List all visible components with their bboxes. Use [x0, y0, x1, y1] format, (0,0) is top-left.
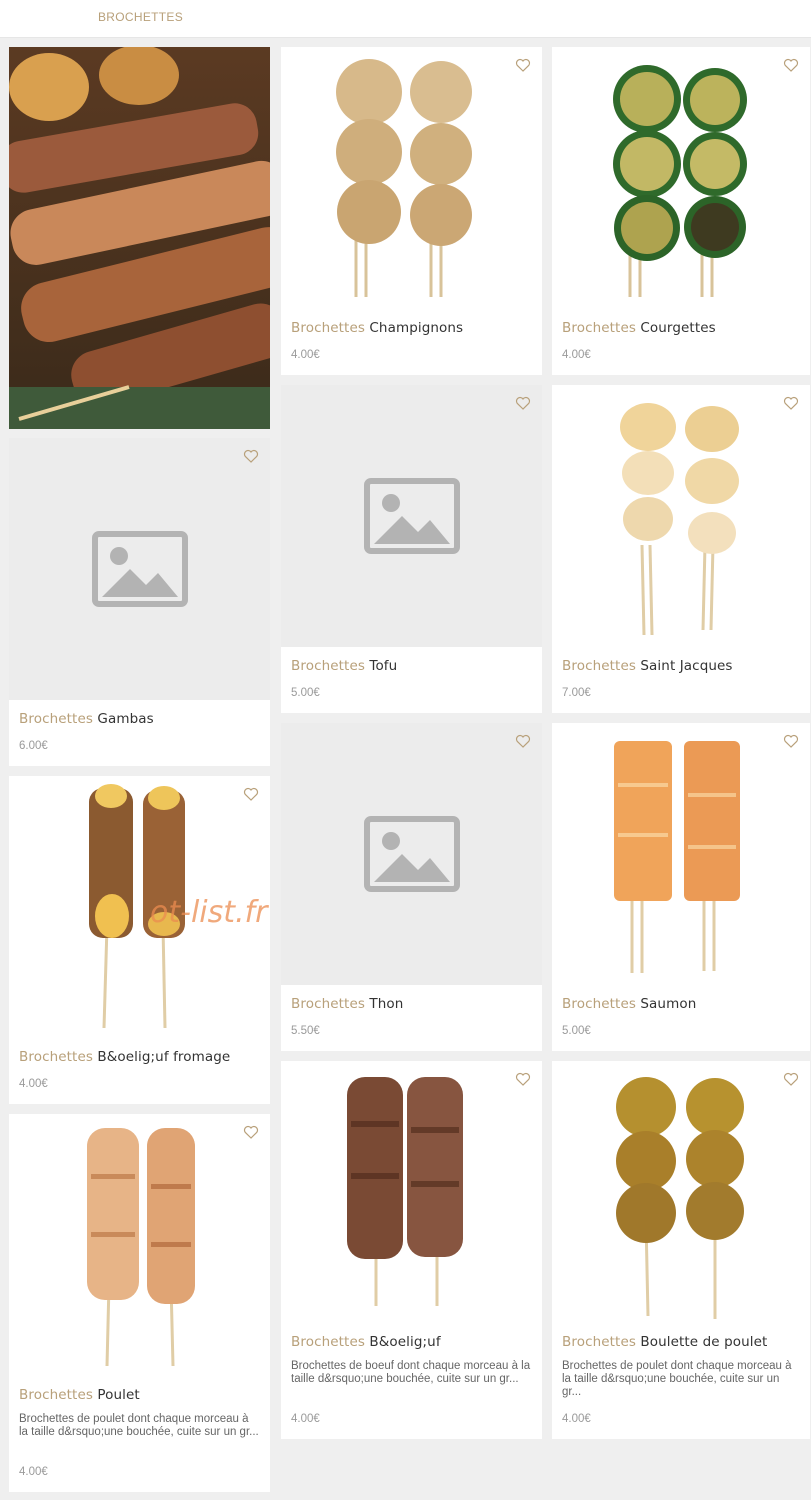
product-title[interactable]: Brochettes B&oelig;uf fromage [19, 1049, 230, 1065]
product-card-boeuf[interactable]: Brochettes B&oelig;uf Brochettes de boeu… [281, 1061, 542, 1439]
product-card-boulette-de-poulet[interactable]: Brochettes Boulette de poulet Brochettes… [552, 1061, 810, 1439]
heart-icon[interactable] [243, 1124, 259, 1140]
product-card-saint-jacques[interactable]: Brochettes Saint Jacques 7.00€ [552, 385, 810, 713]
product-image [552, 47, 810, 305]
product-title[interactable]: Brochettes Courgettes [562, 320, 716, 336]
product-price: 5.50€ [291, 1025, 320, 1037]
product-title[interactable]: Brochettes Champignons [291, 320, 463, 336]
product-image [552, 1061, 810, 1319]
heart-icon[interactable] [783, 1071, 799, 1087]
product-price: 5.00€ [562, 1025, 591, 1037]
product-image [281, 1061, 542, 1319]
product-price: 7.00€ [562, 687, 591, 699]
product-title[interactable]: Brochettes Saint Jacques [562, 658, 733, 674]
product-card-courgettes[interactable]: Brochettes Courgettes 4.00€ [552, 47, 810, 375]
product-card-saumon[interactable]: Brochettes Saumon 5.00€ [552, 723, 810, 1051]
product-card-thon[interactable]: Brochettes Thon 5.50€ [281, 723, 542, 1051]
image-placeholder-icon [281, 723, 542, 985]
heart-icon[interactable] [515, 57, 531, 73]
product-title[interactable]: Brochettes B&oelig;uf [291, 1334, 441, 1350]
product-price: 6.00€ [19, 740, 48, 752]
heart-icon[interactable] [783, 395, 799, 411]
product-image [552, 385, 810, 643]
heart-icon[interactable] [243, 786, 259, 802]
heart-icon[interactable] [515, 1071, 531, 1087]
product-card-poulet[interactable]: Brochettes Poulet Brochettes de poulet d… [9, 1114, 270, 1492]
top-bar: BROCHETTES [0, 0, 811, 38]
product-description: Brochettes de poulet dont chaque morceau… [19, 1413, 259, 1438]
product-card-tofu[interactable]: Brochettes Tofu 5.00€ [281, 385, 542, 713]
image-placeholder-icon [9, 438, 270, 700]
product-description: Brochettes de poulet dont chaque morceau… [562, 1360, 792, 1398]
product-card-gambas[interactable]: Brochettes Gambas 6.00€ [9, 438, 270, 766]
product-image [552, 723, 810, 981]
product-price: 4.00€ [19, 1466, 48, 1478]
category-banner-image [9, 47, 270, 429]
product-price: 4.00€ [562, 349, 591, 361]
image-placeholder-icon [281, 385, 542, 647]
product-title[interactable]: Brochettes Boulette de poulet [562, 1334, 767, 1350]
product-price: 4.00€ [291, 349, 320, 361]
product-price: 4.00€ [562, 1413, 591, 1425]
product-title[interactable]: Brochettes Thon [291, 996, 403, 1012]
heart-icon[interactable] [783, 57, 799, 73]
product-price: 4.00€ [291, 1413, 320, 1425]
product-image [281, 47, 542, 305]
product-price: 5.00€ [291, 687, 320, 699]
heart-icon[interactable] [515, 395, 531, 411]
watermark-text: ot-list.fr [150, 895, 268, 930]
product-title[interactable]: Brochettes Gambas [19, 711, 154, 727]
product-title[interactable]: Brochettes Saumon [562, 996, 696, 1012]
product-image [9, 1114, 270, 1372]
product-card-boeuf-fromage[interactable]: Brochettes B&oelig;uf fromage 4.00€ [9, 776, 270, 1104]
product-price: 4.00€ [19, 1078, 48, 1090]
heart-icon[interactable] [783, 733, 799, 749]
product-description: Brochettes de boeuf dont chaque morceau … [291, 1360, 531, 1385]
product-title[interactable]: Brochettes Tofu [291, 658, 397, 674]
product-card-champignons[interactable]: Brochettes Champignons 4.00€ [281, 47, 542, 375]
breadcrumb[interactable]: BROCHETTES [98, 10, 183, 24]
product-title[interactable]: Brochettes Poulet [19, 1387, 140, 1403]
heart-icon[interactable] [515, 733, 531, 749]
heart-icon[interactable] [243, 448, 259, 464]
